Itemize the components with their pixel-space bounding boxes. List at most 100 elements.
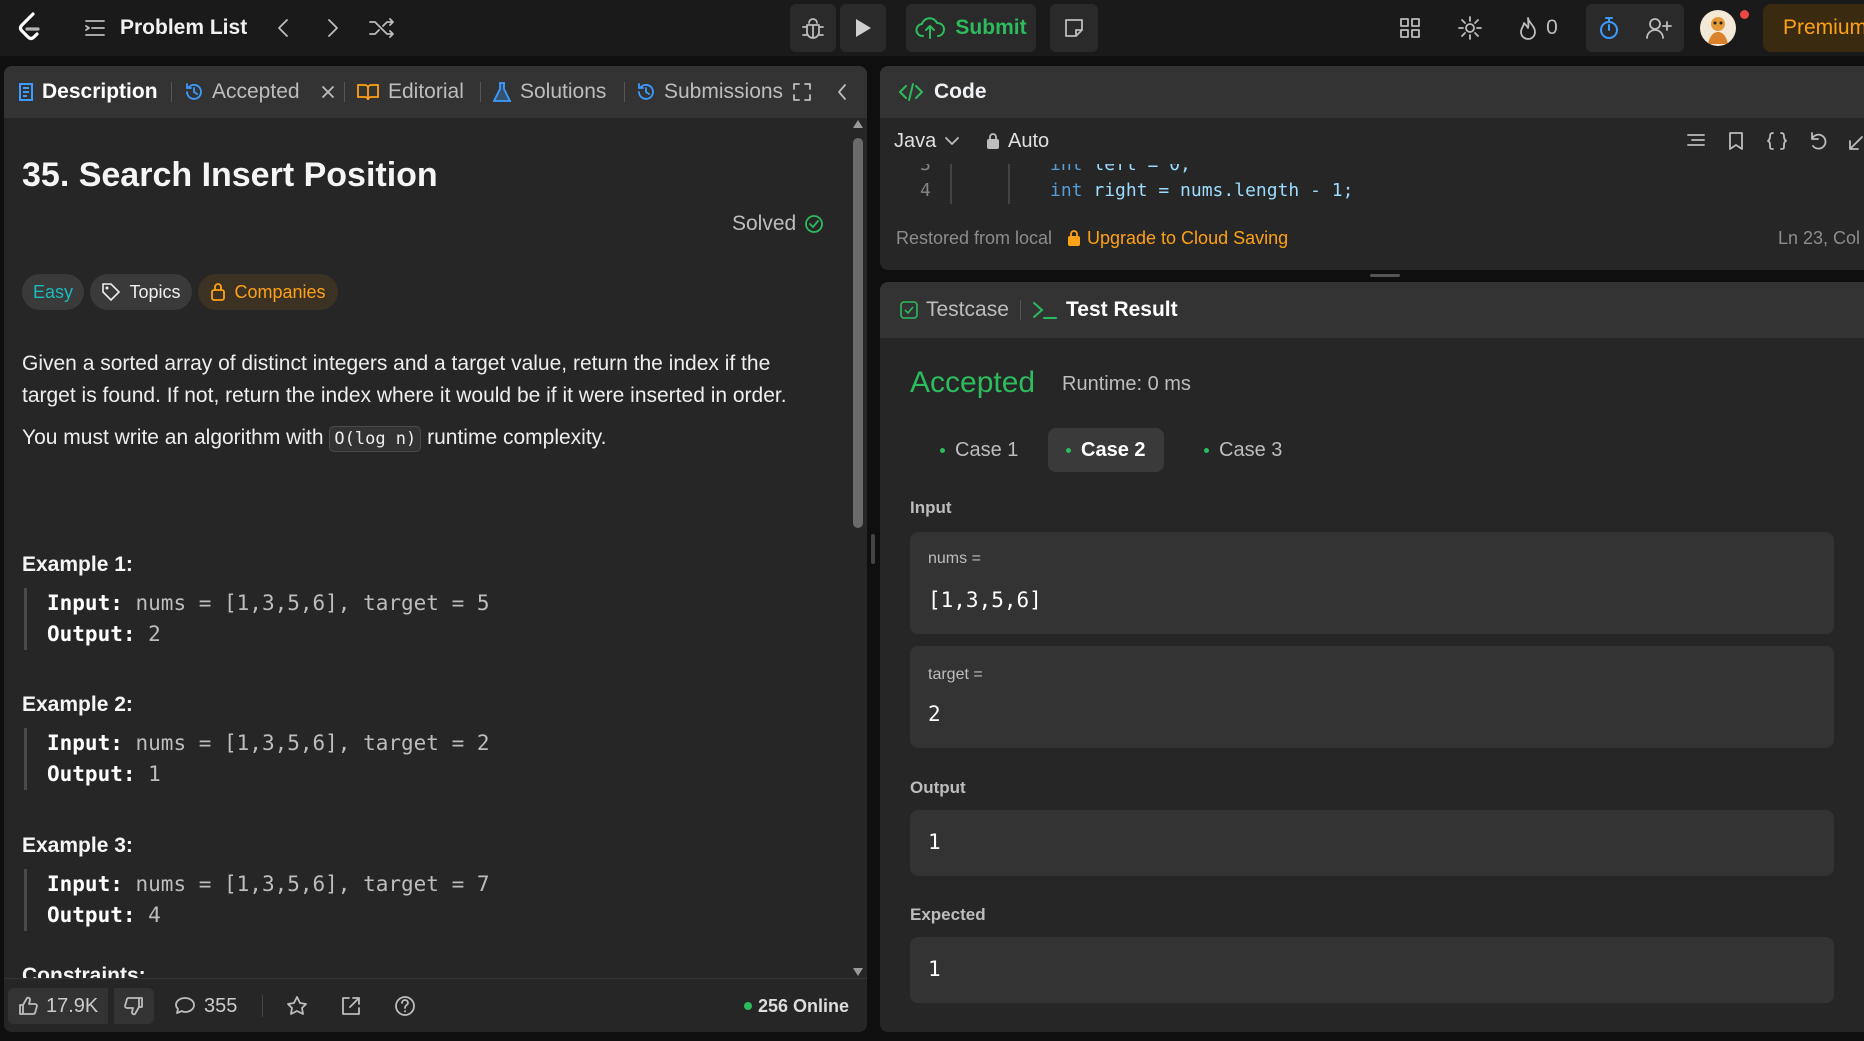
premium-button[interactable]: Premium xyxy=(1763,4,1864,52)
input-label: Input: xyxy=(47,591,123,615)
code-icon xyxy=(898,82,924,102)
problem-statement: Given a sorted array of distinct integer… xyxy=(22,352,787,407)
mode-label: Auto xyxy=(1008,129,1050,152)
tab-description[interactable]: Description xyxy=(18,66,158,118)
line-number: 3 xyxy=(920,164,931,175)
topics-label: Topics xyxy=(129,281,181,302)
format-icon[interactable] xyxy=(1686,131,1706,151)
code-editor[interactable]: 3 int left = 0; 4 int right = nums.lengt… xyxy=(880,164,1864,212)
scroll-thumb[interactable] xyxy=(853,138,863,528)
example-3-title: Example 3: xyxy=(22,834,133,857)
submit-button[interactable]: Submit xyxy=(906,4,1036,52)
debug-button[interactable] xyxy=(790,4,836,52)
topics-tag[interactable]: Topics xyxy=(90,274,192,310)
autocomplete-mode[interactable]: Auto xyxy=(986,130,1049,153)
avatar[interactable] xyxy=(1700,10,1736,46)
upgrade-cloud-link[interactable]: Upgrade to Cloud Saving xyxy=(1067,228,1288,249)
pass-dot xyxy=(940,447,945,453)
case-tab-label: Case 2 xyxy=(1081,438,1146,461)
settings-button[interactable] xyxy=(1454,12,1486,44)
output-label: Output: xyxy=(47,903,136,927)
history-icon xyxy=(636,82,656,102)
run-button[interactable] xyxy=(840,4,886,52)
tab-submissions[interactable]: Submissions xyxy=(636,66,786,118)
expand-icon[interactable] xyxy=(1848,131,1864,151)
tab-editorial[interactable]: Editorial xyxy=(356,66,464,118)
tab-test-result[interactable]: Test Result xyxy=(1032,282,1178,338)
notes-button[interactable] xyxy=(1050,4,1098,52)
problem-list-button[interactable]: Problem List xyxy=(84,10,247,46)
note-icon xyxy=(1050,4,1098,52)
collapse-panel-button[interactable] xyxy=(836,66,848,118)
favorite-button[interactable] xyxy=(286,988,308,1024)
companies-tag[interactable]: Companies xyxy=(198,274,338,310)
pass-dot xyxy=(1066,447,1071,453)
prev-problem-button[interactable] xyxy=(268,12,298,44)
code-panel-header: Code xyxy=(880,66,1864,118)
help-button[interactable] xyxy=(394,988,416,1024)
share-button[interactable] xyxy=(340,988,362,1024)
like-button[interactable]: 17.9K xyxy=(8,988,109,1024)
difficulty-badge[interactable]: Easy xyxy=(22,274,84,310)
reset-icon[interactable] xyxy=(1808,131,1828,151)
history-icon xyxy=(184,82,204,102)
complexity-suffix: runtime complexity. xyxy=(427,426,607,449)
tab-divider xyxy=(480,82,481,102)
dislike-button[interactable] xyxy=(114,988,154,1024)
pass-dot xyxy=(1204,447,1209,453)
layout-grid-button[interactable] xyxy=(1394,12,1426,44)
gear-icon xyxy=(1457,15,1483,41)
case-tab-3[interactable]: Case 3 xyxy=(1186,428,1300,472)
solved-status: Solved xyxy=(732,212,824,236)
streak-counter[interactable]: 0 xyxy=(1510,12,1566,44)
online-count: 256 Online xyxy=(744,988,849,1024)
next-problem-button[interactable] xyxy=(318,12,348,44)
vertical-resize-handle[interactable] xyxy=(871,534,875,564)
thumbs-up-icon xyxy=(18,996,38,1016)
leetcode-logo-icon[interactable] xyxy=(10,8,50,48)
nums-value: [1,3,5,6] xyxy=(928,588,1042,612)
flask-icon xyxy=(492,81,512,103)
expected-box: 1 xyxy=(910,937,1834,1003)
tab-solutions[interactable]: Solutions xyxy=(492,66,606,118)
example-output: 1 xyxy=(148,762,161,786)
comments-button[interactable]: 355 xyxy=(174,988,237,1024)
tab-divider xyxy=(1020,300,1021,320)
add-user-icon[interactable] xyxy=(1634,4,1684,52)
horizontal-resize-handle[interactable] xyxy=(1370,274,1400,277)
result-panel-tabs: Testcase Test Result xyxy=(880,282,1864,338)
cursor-position: Ln 23, Col 2 xyxy=(1778,227,1864,248)
scroll-up-arrow-icon[interactable] xyxy=(853,120,863,128)
tab-accepted[interactable]: Accepted xyxy=(184,66,336,118)
top-navigation-bar: Problem List Submit 0 Premium xyxy=(0,0,1864,56)
input-section-label: Input xyxy=(910,498,952,517)
description-scrollbar[interactable] xyxy=(850,118,864,978)
tab-divider xyxy=(171,82,172,102)
output-value: 1 xyxy=(928,830,941,854)
example-output: 4 xyxy=(148,903,161,927)
code-line: 3 int left = 0; xyxy=(880,164,1864,178)
random-problem-button[interactable] xyxy=(364,12,400,44)
maximize-button[interactable] xyxy=(792,66,812,118)
tab-testcase[interactable]: Testcase xyxy=(900,282,1009,338)
chevron-right-icon xyxy=(326,17,340,39)
online-dot xyxy=(744,1002,752,1010)
scroll-down-arrow-icon[interactable] xyxy=(853,968,863,976)
language-select[interactable]: Java xyxy=(894,130,960,153)
example-1-block: Input: nums = [1,3,5,6], target = 5 Outp… xyxy=(24,588,724,650)
timer-icon[interactable] xyxy=(1586,4,1632,52)
output-label: Output: xyxy=(47,762,136,786)
case-tab-1[interactable]: Case 1 xyxy=(922,428,1036,472)
case-tab-label: Case 1 xyxy=(955,438,1019,461)
bookmark-icon[interactable] xyxy=(1728,131,1744,151)
companies-label: Companies xyxy=(234,281,326,302)
constraints-title: Constraints: xyxy=(22,964,146,978)
play-icon xyxy=(840,4,886,52)
lock-icon xyxy=(210,282,226,302)
output-section-label: Output xyxy=(910,778,966,797)
case-tab-2[interactable]: Case 2 xyxy=(1048,428,1164,472)
braces-icon[interactable] xyxy=(1766,131,1788,151)
close-icon[interactable] xyxy=(320,84,336,100)
book-icon xyxy=(356,82,380,102)
problem-list-label: Problem List xyxy=(120,16,248,39)
